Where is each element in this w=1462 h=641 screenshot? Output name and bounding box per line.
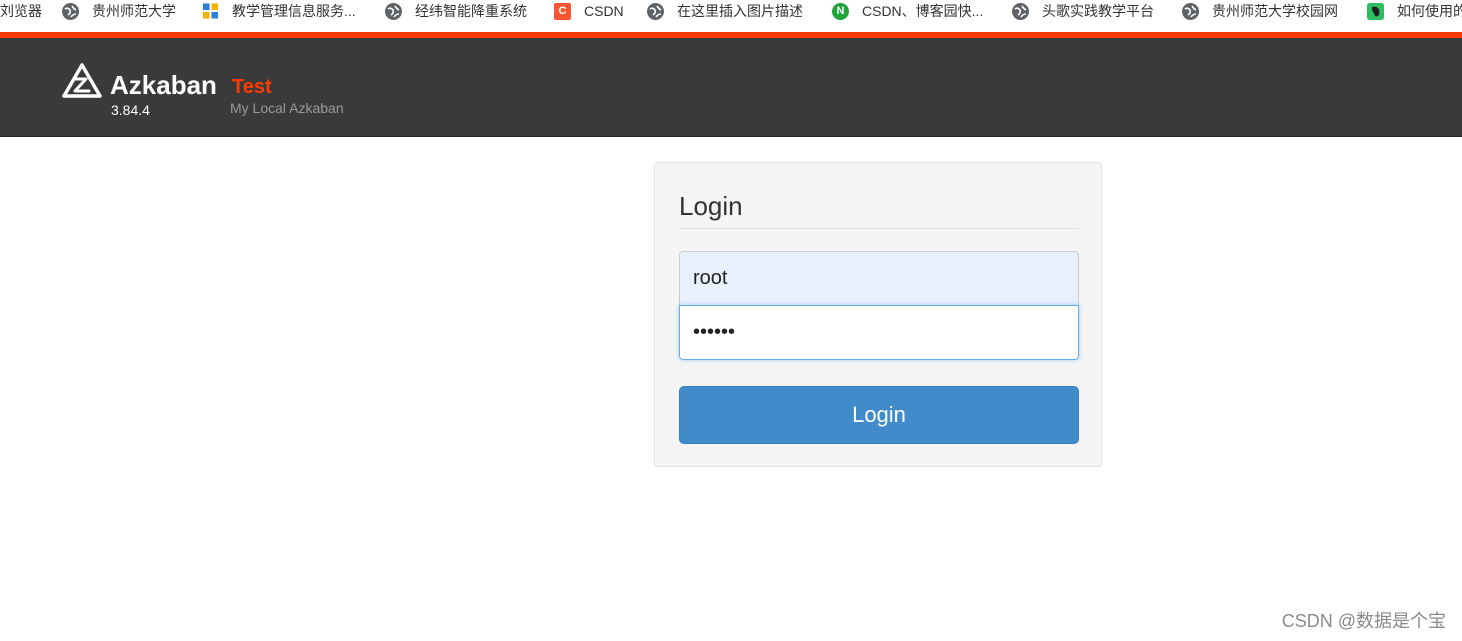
bookmark-label: 贵州师范大学 [92,3,176,19]
globe-icon [1012,2,1029,20]
globe-icon [647,2,664,20]
bookmark-label: CSDN、博客园快... [862,3,984,19]
login-title: Login [679,191,1079,229]
bookmark-label: 刘览器 [0,3,42,19]
bookmark-label: CSDN [584,3,624,19]
watermark: CSDN @数据是个宝 [1281,611,1446,631]
bookmark-item[interactable]: N CSDN、博客园快... [832,0,983,22]
password-input[interactable] [679,305,1079,360]
app-header: Azkaban Test 3.84.4 My Local Azkaban [0,38,1462,137]
bookmark-item[interactable]: 如何使用的 [1367,0,1462,22]
csdn-icon: C [554,2,571,20]
bookmark-item[interactable]: 在这里插入图片描述 [647,0,803,22]
bookmark-item[interactable]: C CSDN [554,0,624,22]
login-panel: Login Login [654,162,1102,467]
bookmark-label: 如何使用的 [1397,3,1462,19]
bookmark-label: 教学管理信息服务... [232,3,356,19]
bookmark-label: 头歌实践教学平台 [1042,3,1154,19]
login-button[interactable]: Login [679,386,1079,444]
azkaban-logo-icon[interactable] [62,63,102,99]
cube-icon [202,3,219,20]
n-icon: N [832,2,849,20]
bookmark-item[interactable]: 头歌实践教学平台 [1012,0,1154,22]
environment-subtitle: My Local Azkaban [230,100,344,116]
bookmark-label: 贵州师范大学校园网 [1212,3,1338,19]
bookmark-item[interactable]: 经纬智能降重系统 [385,0,527,22]
bookmarks-bar: 刘览器 贵州师范大学 教学管理信息服务... 经纬智能降重系统 C CSDN 在… [0,0,1462,24]
globe-icon [62,2,79,20]
bookmark-item[interactable]: 刘览器 [0,0,42,22]
bookmark-item[interactable]: 贵州师范大学 [62,0,176,22]
bookmark-label: 经纬智能降重系统 [415,3,527,19]
environment-label: Test [232,76,272,98]
bookmark-item[interactable]: 教学管理信息服务... [202,0,356,22]
bookmark-label: 在这里插入图片描述 [677,3,803,19]
username-input[interactable] [679,251,1079,306]
app-brand[interactable]: Azkaban [110,70,217,101]
globe-icon [1182,2,1199,20]
globe-icon [385,2,402,20]
evernote-icon [1367,2,1384,20]
version-label: 3.84.4 [111,102,150,118]
bookmark-item[interactable]: 贵州师范大学校园网 [1182,0,1338,22]
